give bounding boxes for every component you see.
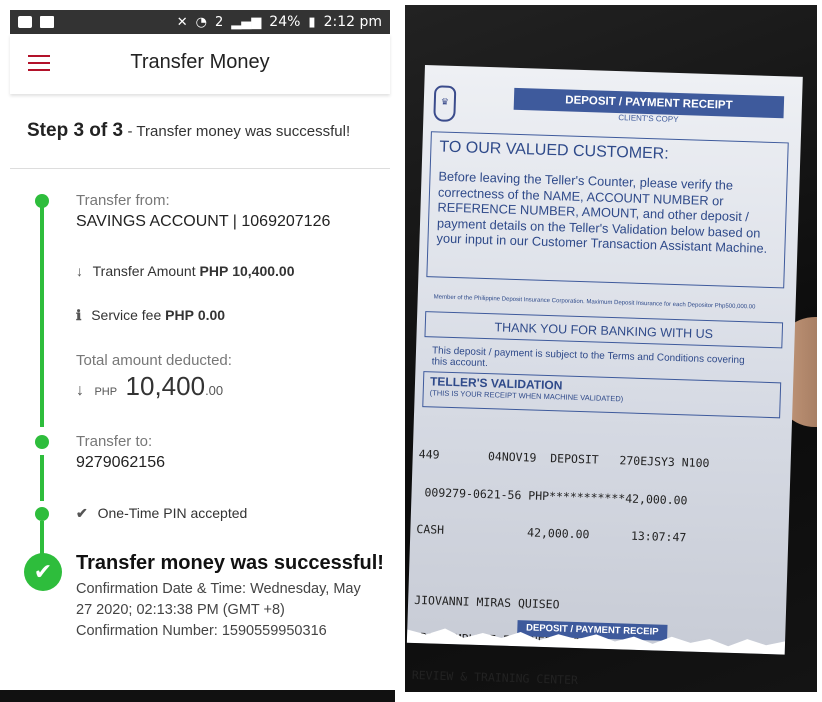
battery-icon: ▮ [308, 14, 316, 30]
confirmation-datetime: Confirmation Date & Time: Wednesday, May… [76, 581, 361, 618]
page-title: Transfer Money [130, 51, 270, 73]
wifi-icon: ◔ [195, 14, 208, 30]
printed-line: 449 04NOV19 DEPOSIT 270EJSY3 N100 [418, 446, 710, 471]
service-fee-currency: PHP [165, 307, 194, 323]
transfer-amount-value: 10,400.00 [232, 263, 295, 279]
timeline-line-1 [40, 201, 44, 427]
printed-line: JIOVANNI MIRAS QUISEO [413, 592, 560, 611]
timeline-line-3 [40, 521, 44, 557]
transfer-amount-label: Transfer Amount [92, 263, 196, 279]
notice-box: TO OUR VALUED CUSTOMER: Before leaving t… [426, 131, 789, 289]
total-cents: .00 [205, 383, 224, 398]
timeline-dot-from [35, 194, 49, 208]
service-fee-label: Service fee [91, 307, 162, 323]
checkmark-icon: ✔ [24, 553, 62, 591]
transfer-to-value: 9279062156 [76, 454, 165, 471]
photo-background: ♛ DEPOSIT / PAYMENT RECEIPT CLIENT'S COP… [405, 5, 817, 692]
notice-title: TO OUR VALUED CUSTOMER: [439, 138, 669, 163]
bank-seal-icon: ♛ [433, 85, 457, 122]
gallery-icon [40, 16, 54, 28]
receipt-paper: ♛ DEPOSIT / PAYMENT RECEIPT CLIENT'S COP… [406, 65, 803, 687]
battery-percent: 24% [269, 14, 301, 30]
printed-line: CASH 42,000.00 13:07:47 [416, 521, 687, 545]
transfer-amount-currency: PHP [199, 263, 229, 279]
insurance-note: Member of the Philippine Deposit Insuran… [433, 294, 756, 311]
confirmation-number: Confirmation Number: 1590559950316 [76, 623, 327, 639]
info-icon: ℹ [76, 307, 82, 323]
step-indicator: Step 3 of 3 - Transfer money was success… [27, 120, 387, 142]
otp-text: One-Time PIN accepted [97, 505, 248, 521]
service-fee-row: ℹ Service fee PHP 0.00 [76, 307, 225, 324]
timeline-dot-to [35, 435, 49, 449]
step-description: - Transfer money was successful! [127, 123, 351, 140]
total-amount: 10,400 [125, 371, 206, 401]
clock: 2:12 pm [323, 14, 382, 30]
transfer-from-label: Transfer from: [76, 192, 170, 209]
total-deducted: Total amount deducted: ↓ PHP 10,400.00 [76, 352, 232, 402]
timeline-line-2 [40, 455, 44, 501]
transfer-to-label: Transfer to: [76, 433, 153, 450]
arrow-down-icon: ↓ [76, 263, 83, 279]
transfer-to: Transfer to: 9279062156 [76, 433, 165, 472]
total-label: Total amount deducted: [76, 352, 232, 369]
transfer-from-value: SAVINGS ACCOUNT | 1069207126 [76, 213, 331, 230]
sim-badge: 2 [215, 14, 224, 30]
total-currency: PHP [94, 386, 118, 398]
phone-screen: ✕ ◔ 2 ▂▄▆ 24% ▮ 2:12 pm Transfer Money S… [0, 0, 400, 702]
bottom-edge [0, 690, 395, 702]
check-icon: ✔ [76, 505, 88, 521]
signal-icon: ▂▄▆ [231, 14, 262, 30]
message-icon [18, 16, 32, 28]
step-label: Step 3 of 3 [27, 120, 124, 141]
timeline-dot-otp [35, 507, 49, 521]
success-title: Transfer money was successful! [76, 552, 384, 574]
printed-line: 009279-0621-56 PHP***********42,000.00 [417, 484, 688, 507]
printed-line: REVIEW & TRAINING CENTER [411, 667, 579, 687]
divider [10, 168, 390, 169]
mute-icon: ✕ [176, 14, 188, 30]
arrow-down-icon: ↓ [76, 382, 84, 399]
otp-row: ✔ One-Time PIN accepted [76, 505, 247, 522]
app-bar: Transfer Money [10, 34, 390, 94]
thanks-banner: THANK YOU FOR BANKING WITH US [424, 311, 784, 349]
transfer-from: Transfer from: SAVINGS ACCOUNT | 1069207… [76, 192, 330, 231]
transfer-amount-row: ↓ Transfer Amount PHP 10,400.00 [76, 263, 295, 279]
printed-line [415, 560, 775, 579]
status-bar: ✕ ◔ 2 ▂▄▆ 24% ▮ 2:12 pm [10, 10, 390, 34]
notice-body: Before leaving the Teller's Counter, ple… [436, 168, 768, 256]
service-fee-value: 0.00 [197, 307, 226, 323]
receipt-photo: ♛ DEPOSIT / PAYMENT RECEIPT CLIENT'S COP… [404, 2, 822, 702]
success-block: Transfer money was successful! Confirmat… [76, 552, 384, 642]
teller-validation-box: TELLER'S VALIDATION (THIS IS YOUR RECEIP… [422, 371, 782, 419]
